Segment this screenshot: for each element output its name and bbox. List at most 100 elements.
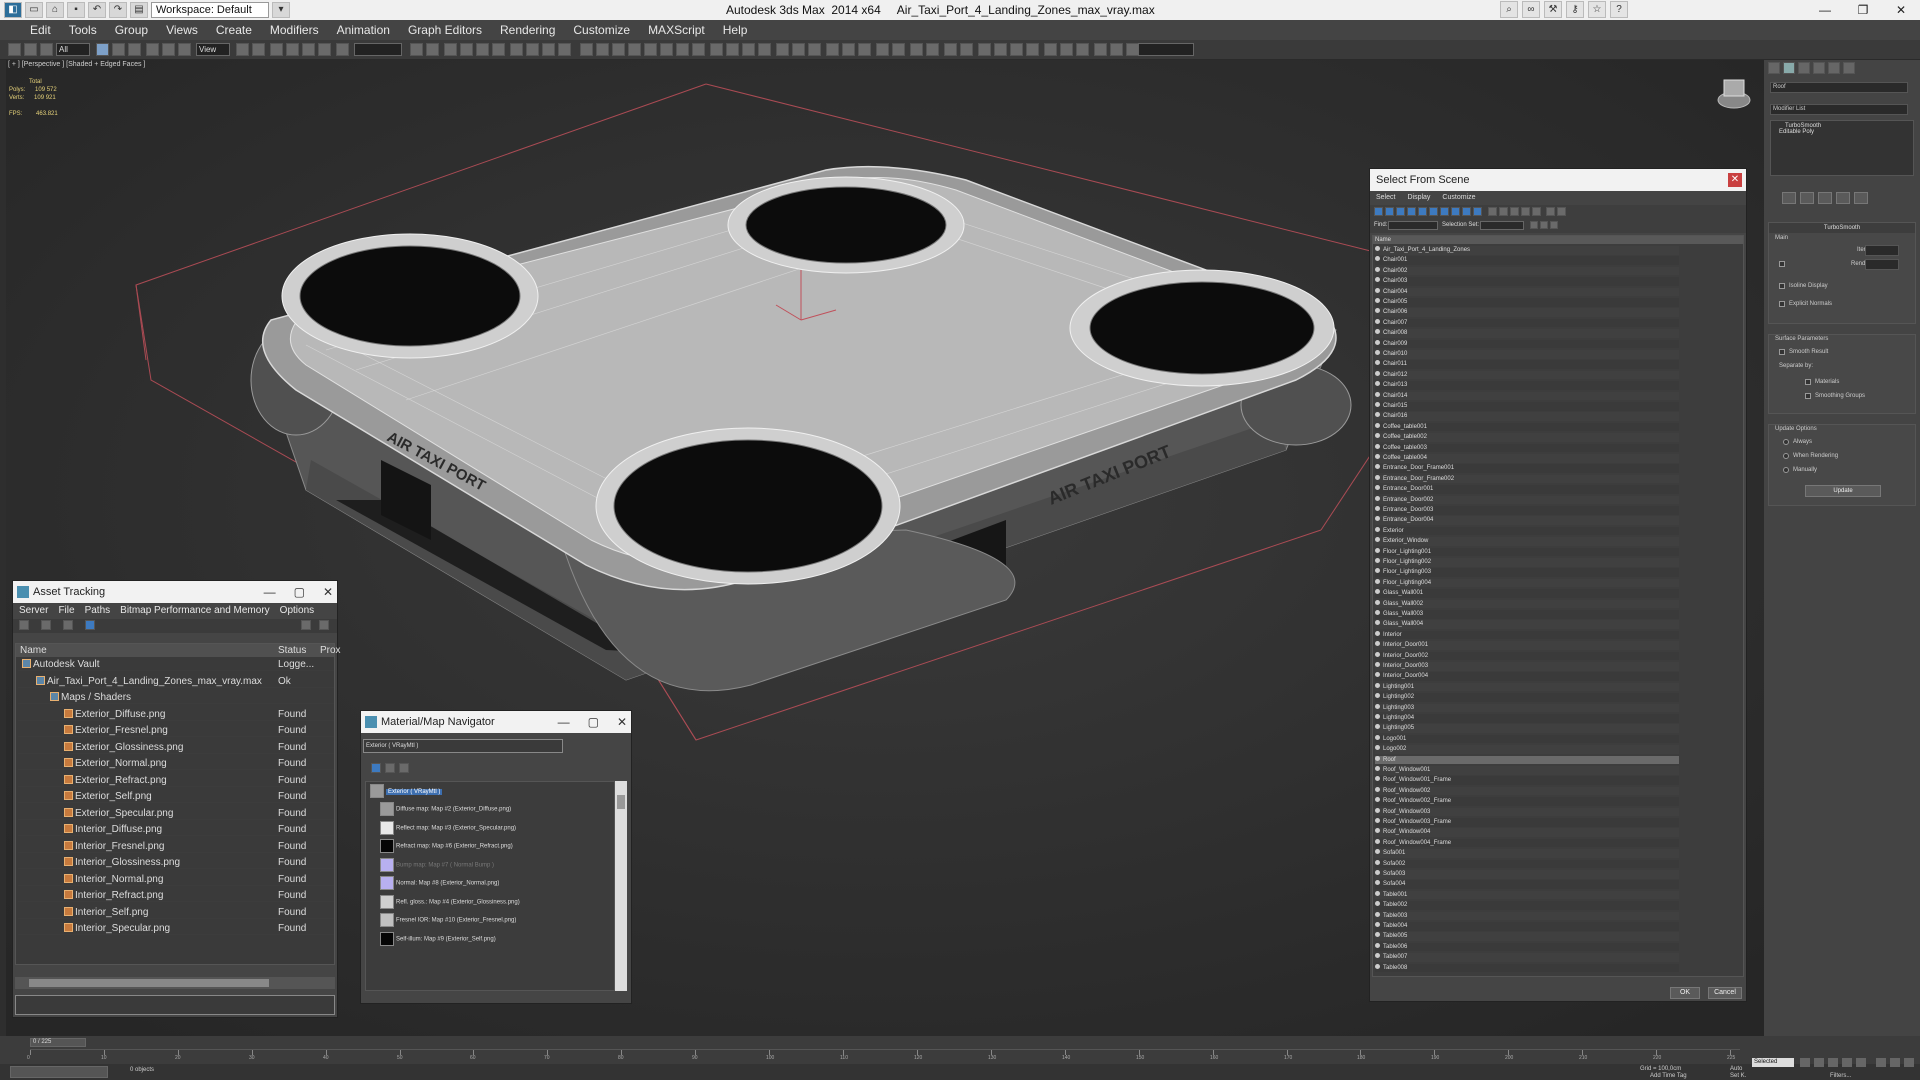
toolbar-dropdown[interactable] — [1138, 43, 1194, 56]
scene-object-row[interactable]: Lighting004 — [1375, 714, 1679, 723]
remove-set-icon[interactable] — [1550, 221, 1558, 229]
vray-extra9-icon[interactable] — [1110, 43, 1123, 56]
scene-object-row[interactable]: Entrance_Door_Frame002 — [1375, 474, 1679, 484]
auto-key-button[interactable]: Auto — [1730, 1066, 1742, 1072]
next-frame-icon[interactable] — [1842, 1058, 1852, 1067]
key-icon[interactable]: ⚷ — [1566, 1, 1584, 18]
scene-object-row[interactable]: Chair009 — [1375, 339, 1679, 349]
asset-row[interactable]: Interior_Diffuse.png Found — [18, 823, 334, 836]
always-radio[interactable] — [1783, 439, 1789, 445]
scene-object-row[interactable]: Sofa004 — [1375, 880, 1679, 889]
map-row[interactable]: Refl. gloss.: Map #4 (Exterior_Glossines… — [380, 894, 520, 910]
menu-display[interactable]: Display — [1407, 191, 1430, 205]
select-from-scene-titlebar[interactable]: Select From Scene ✕ — [1370, 169, 1746, 191]
select-object-icon[interactable] — [96, 43, 109, 56]
menu-help[interactable]: Help — [723, 23, 748, 37]
asset-row[interactable]: Exterior_Self.png Found — [18, 790, 334, 803]
render-production-icon[interactable] — [558, 43, 571, 56]
scene-object-row[interactable]: Table005 — [1375, 932, 1679, 941]
help-icon[interactable]: ? — [1610, 1, 1628, 18]
scene-object-row[interactable]: Entrance_Door002 — [1375, 495, 1679, 505]
search-icon[interactable]: ⌕ — [1500, 1, 1518, 18]
vray-extra3-icon[interactable] — [1010, 43, 1023, 56]
asset-row[interactable]: Exterior_Normal.png Found — [18, 757, 334, 770]
vray-proxy-icon[interactable] — [628, 43, 641, 56]
scene-object-row[interactable]: Interior — [1375, 630, 1679, 640]
workspace-dropdown[interactable]: Workspace: Default — [151, 2, 269, 18]
vray-env-icon[interactable] — [858, 43, 871, 56]
filter-xrefs-icon[interactable] — [1451, 207, 1460, 216]
scene-object-row[interactable]: Sofa001 — [1375, 849, 1679, 858]
reference-coord-dropdown[interactable]: View — [196, 43, 230, 56]
checkout-icon[interactable] — [41, 620, 51, 630]
scene-object-row[interactable]: Interior_Door002 — [1375, 651, 1679, 661]
scene-object-row[interactable]: Sofa002 — [1375, 859, 1679, 869]
selection-filter-dropdown[interactable]: All — [56, 43, 90, 56]
scene-object-row[interactable]: Chair014 — [1375, 391, 1679, 401]
asset-path-field[interactable] — [15, 995, 335, 1015]
asset-row[interactable]: Interior_Refract.png Found — [18, 889, 334, 902]
scene-object-row[interactable]: Chair015 — [1375, 402, 1679, 411]
render-iters-checkbox[interactable] — [1779, 261, 1785, 267]
menu-graph-editors[interactable]: Graph Editors — [408, 23, 482, 37]
current-material-field[interactable]: Exterior ( VRayMtl ) — [363, 739, 563, 753]
render-iters-input[interactable] — [1865, 259, 1899, 270]
graphite-tools-icon[interactable] — [460, 43, 473, 56]
key-mode-dropdown[interactable]: Selected — [1752, 1058, 1794, 1067]
region-select-icon[interactable] — [128, 43, 141, 56]
scene-object-row[interactable]: Entrance_Door004 — [1375, 516, 1679, 525]
scene-object-row[interactable]: Roof_Window004 — [1375, 828, 1679, 837]
material-root[interactable]: Exterior ( VRayMtl ) — [370, 784, 443, 799]
menu-customize[interactable]: Customize — [1442, 191, 1475, 205]
scene-object-row[interactable]: Table001 — [1375, 890, 1679, 900]
vray-scene-icon[interactable] — [808, 43, 821, 56]
vray-frame-buffer-icon[interactable] — [580, 43, 593, 56]
scene-object-row[interactable]: Entrance_Door003 — [1375, 506, 1679, 515]
map-row[interactable]: Self-illum: Map #9 (Exterior_Self.png) — [380, 931, 496, 947]
scene-object-row[interactable]: Logo001 — [1375, 734, 1679, 744]
vray-extra2-icon[interactable] — [994, 43, 1007, 56]
menu-file[interactable]: File — [58, 603, 74, 619]
set-key-button[interactable]: Set K. — [1730, 1073, 1746, 1079]
filter-hidden-icon[interactable] — [1499, 207, 1508, 216]
scene-object-row[interactable]: Floor_Lighting001 — [1375, 547, 1679, 557]
menu-modifiers[interactable]: Modifiers — [270, 23, 319, 37]
scene-object-row[interactable]: Table004 — [1375, 922, 1679, 931]
time-scale[interactable]: 0 10 20 30 40 50 60 70 80 90 100 110 120 130 140 150 160… — [27, 1049, 1740, 1063]
vray-rt-icon[interactable] — [960, 43, 973, 56]
list-view-icon[interactable] — [85, 620, 95, 630]
ok-button[interactable]: OK — [1670, 987, 1700, 999]
time-slider[interactable]: 0 / 225 — [30, 1038, 86, 1047]
map-row[interactable]: Diffuse map: Map #2 (Exterior_Diffuse.pn… — [380, 802, 511, 817]
vray-light-icon[interactable] — [596, 43, 609, 56]
cancel-button[interactable]: Cancel — [1708, 987, 1742, 999]
material-navigator-titlebar[interactable]: Material/Map Navigator — ▢ ✕ — [361, 711, 631, 733]
scene-object-row[interactable]: Lighting003 — [1375, 703, 1679, 713]
vray-color-icon[interactable] — [892, 43, 905, 56]
menu-bitmap-performance[interactable]: Bitmap Performance and Memory — [120, 603, 270, 619]
motion-tab-icon[interactable] — [1813, 62, 1825, 74]
manually-radio[interactable] — [1783, 467, 1789, 473]
maximize-icon[interactable]: ▢ — [294, 581, 305, 603]
rendered-frame-window-icon[interactable] — [542, 43, 555, 56]
select-by-name-icon[interactable] — [112, 43, 125, 56]
minimize-icon[interactable]: — — [1806, 0, 1844, 20]
link-icon[interactable] — [24, 43, 37, 56]
scene-object-row[interactable]: Lighting005 — [1375, 724, 1679, 733]
pan-icon[interactable] — [1890, 1058, 1900, 1067]
scene-object-row[interactable]: Coffee_table003 — [1375, 443, 1679, 453]
scene-object-row[interactable]: Roof_Window002 — [1375, 786, 1679, 796]
scene-object-row[interactable]: Interior_Door004 — [1375, 672, 1679, 681]
vray-fur-icon[interactable] — [644, 43, 657, 56]
app-menu-icon[interactable]: ◧ — [4, 2, 22, 18]
play-icon[interactable] — [1828, 1058, 1838, 1067]
filter-helpers-icon[interactable] — [1418, 207, 1427, 216]
render-setup-icon[interactable] — [526, 43, 539, 56]
curve-editor-icon[interactable] — [476, 43, 489, 56]
stack-item-editable-poly[interactable]: Editable Poly — [1771, 129, 1913, 135]
scene-object-row[interactable]: Roof_Window004_Frame — [1375, 838, 1679, 848]
vray-ies-icon[interactable] — [776, 43, 789, 56]
key-filters-button[interactable]: Filters... — [1830, 1073, 1851, 1079]
scene-object-row[interactable]: Chair012 — [1375, 370, 1679, 380]
scale-icon[interactable] — [178, 43, 191, 56]
